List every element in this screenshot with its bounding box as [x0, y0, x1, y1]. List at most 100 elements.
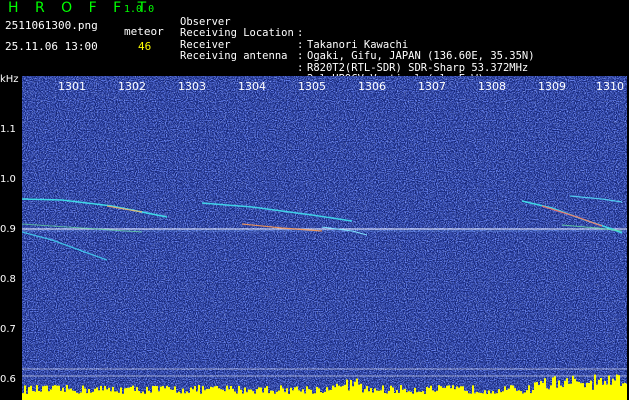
histogram-bar: [106, 389, 108, 400]
histogram-bar: [406, 392, 408, 400]
histogram-bar: [216, 386, 218, 400]
histogram-bar: [420, 391, 422, 400]
info-row-observer: Observer : Takanori Kawachi: [180, 15, 409, 51]
histogram-bar: [408, 391, 410, 400]
histogram-bar: [186, 391, 188, 400]
histogram-bar: [422, 391, 424, 400]
histogram-bar: [192, 389, 194, 400]
histogram-bar: [380, 390, 382, 400]
histogram-bar: [396, 389, 398, 400]
histogram-bar: [588, 382, 590, 400]
histogram-bar: [38, 390, 40, 400]
histogram-bar: [546, 388, 548, 400]
histogram-bar: [44, 385, 46, 400]
histogram-bar: [118, 392, 120, 400]
histogram-bar: [432, 390, 434, 400]
histogram-bar: [116, 391, 118, 400]
histogram-bar: [24, 385, 26, 400]
histogram-bar: [510, 385, 512, 400]
histogram-bar: [68, 389, 70, 400]
histogram-bar: [232, 388, 234, 400]
histogram-bar: [58, 385, 60, 400]
histogram-bar: [608, 375, 610, 400]
histogram-bar: [348, 390, 350, 400]
y-tick-label: 1.0: [0, 174, 16, 185]
histogram-bar: [590, 380, 592, 400]
date-time: 25.11.06 13:00: [5, 40, 98, 53]
histogram-bar: [80, 392, 82, 400]
app-version: 1.0.0: [124, 4, 155, 15]
histogram-bar: [184, 393, 186, 400]
histogram-bar: [526, 390, 528, 400]
histogram-bar: [610, 384, 612, 400]
histogram-bar: [96, 387, 98, 400]
histogram-bar: [222, 389, 224, 400]
histogram-bar: [148, 390, 150, 400]
histogram-bar: [122, 393, 124, 400]
histogram-bar: [300, 391, 302, 400]
histogram-bar: [330, 389, 332, 400]
histogram-bar: [552, 377, 554, 400]
histogram-bar: [450, 388, 452, 400]
histogram-bar: [494, 393, 496, 400]
y-tick-label: 0.8: [0, 274, 16, 285]
histogram-bar: [376, 390, 378, 400]
histogram-bar: [456, 386, 458, 400]
histogram-bar: [178, 391, 180, 400]
histogram-bar: [314, 393, 316, 400]
histogram-bar: [326, 387, 328, 400]
histogram-bar: [218, 388, 220, 400]
station-info: Observer : Takanori Kawachi Receiving Lo…: [180, 5, 535, 85]
histogram-bar: [204, 390, 206, 400]
histogram-bar: [538, 385, 540, 400]
histogram-bar: [436, 390, 438, 400]
histogram-bar: [504, 386, 506, 400]
histogram-bar: [598, 379, 600, 400]
histogram-bar: [434, 391, 436, 400]
histogram-bar: [280, 385, 282, 400]
histogram-bar: [34, 391, 36, 400]
histogram-bar: [482, 393, 484, 400]
histogram-bar: [390, 385, 392, 400]
histogram-bar: [134, 390, 136, 400]
histogram-bar: [242, 393, 244, 400]
histogram-bar: [194, 386, 196, 400]
histogram-bar: [270, 390, 272, 400]
x-tick-label: 1308: [478, 80, 506, 93]
histogram-bar: [398, 392, 400, 400]
histogram-bar: [418, 391, 420, 400]
histogram-bar: [154, 386, 156, 400]
histogram-bar: [400, 385, 402, 400]
histogram-bar: [244, 387, 246, 400]
histogram-bar: [352, 386, 354, 400]
histogram-bar: [200, 393, 202, 400]
histogram-bar: [606, 384, 608, 400]
histogram-bar: [470, 393, 472, 400]
histogram-bar: [338, 385, 340, 400]
histogram-bar: [88, 389, 90, 400]
histogram-bar: [386, 393, 388, 400]
x-tick-label: 1307: [418, 80, 446, 93]
histogram-bar: [220, 389, 222, 400]
histogram-bar: [144, 393, 146, 400]
histogram-bar: [416, 392, 418, 400]
histogram-bar: [284, 392, 286, 400]
histogram-bar: [474, 393, 476, 400]
histogram-bar: [94, 388, 96, 400]
histogram-bar: [596, 384, 598, 400]
histogram-bar: [262, 392, 264, 400]
histogram-bar: [442, 387, 444, 400]
histogram-bar: [180, 393, 182, 400]
histogram-bar: [556, 387, 558, 400]
histogram-bar: [342, 385, 344, 400]
histogram-bar: [274, 393, 276, 400]
histogram-bar: [282, 388, 284, 400]
histogram-bar: [550, 385, 552, 400]
histogram-bar: [614, 380, 616, 400]
histogram-bar: [458, 387, 460, 400]
histogram-bar: [382, 385, 384, 400]
histogram-bar: [480, 393, 482, 400]
histogram-bar: [618, 375, 620, 400]
histogram-bar: [84, 388, 86, 400]
histogram-bar: [516, 391, 518, 400]
